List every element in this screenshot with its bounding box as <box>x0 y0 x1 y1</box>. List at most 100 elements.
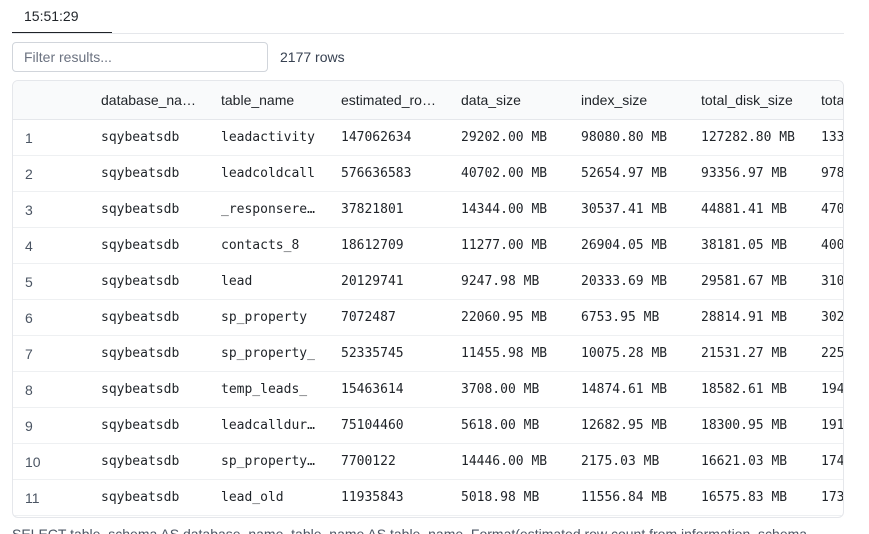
table-cell: 4706 <box>809 191 843 228</box>
table-cell: 6753.95 MB <box>569 299 689 336</box>
table-cell: sqybeatsdb <box>89 479 209 516</box>
row-index-cell: 3 <box>13 191 89 228</box>
table-header-row: database_name table_name estimated_rows dat… <box>13 81 843 120</box>
row-index-cell: 7 <box>13 335 89 372</box>
table-cell: 1742 <box>809 443 843 480</box>
table-cell: contacts_8 <box>209 227 329 264</box>
table-cell: 3101 <box>809 263 843 300</box>
table-cell: 2257 <box>809 335 843 372</box>
result-tab[interactable]: 15:51:29 <box>12 0 112 33</box>
table-cell: 1334 <box>809 119 843 156</box>
table-cell: 9789 <box>809 155 843 192</box>
query-results-panel: 15:51:29 2177 rows database_nametable_na… <box>0 0 869 534</box>
row-index-cell: 11 <box>13 479 89 516</box>
table-cell: 30537.41 MB <box>569 191 689 228</box>
table-cell: 20129741 <box>329 263 449 300</box>
table-cell: 2175.03 MB <box>569 443 689 480</box>
row-index-cell: 8 <box>13 371 89 408</box>
table-cell: _responseremark <box>209 191 329 228</box>
row-index-cell: 9 <box>13 407 89 444</box>
table-cell: 75104460 <box>329 407 449 444</box>
table-cell: sp_property_ <box>209 335 329 372</box>
table-cell: leadcoldcall <box>209 155 329 192</box>
filter-results-input[interactable] <box>12 42 268 72</box>
table-cell: 18300.95 MB <box>689 407 809 444</box>
row-count-label: 2177 rows <box>280 49 345 65</box>
table-cell: 38181.05 MB <box>689 227 809 264</box>
table-cell: 9247.98 MB <box>449 263 569 300</box>
table-cell: 18612709 <box>329 227 449 264</box>
table-cell: 11556.84 MB <box>569 479 689 516</box>
table-cell: 576636583 <box>329 155 449 192</box>
table-cell: sqybeatsdb <box>89 443 209 480</box>
table-cell: sqybeatsdb <box>89 119 209 156</box>
table-cell: 3708.00 MB <box>449 371 569 408</box>
table-row[interactable]: 5 sqybeatsdb lead 20129741 9247.98 MB 20333.6… <box>13 263 843 300</box>
column-header-index[interactable] <box>13 81 89 120</box>
row-index-cell: 5 <box>13 263 89 300</box>
table-cell: 20333.69 MB <box>569 263 689 300</box>
table-row[interactable]: 7 sqybeatsdb sp_property_ 52335745 11455.98 … <box>13 335 843 372</box>
row-index-cell: 6 <box>13 299 89 336</box>
table-cell: sqybeatsdb <box>89 299 209 336</box>
table-cell: 11277.00 MB <box>449 227 569 264</box>
table-cell: 44881.41 MB <box>689 191 809 228</box>
table-cell: 127282.80 MB <box>689 119 809 156</box>
table-cell: 4003 <box>809 227 843 264</box>
results-table: database_name table_name estimated_rows dat… <box>13 81 843 516</box>
table-row[interactable]: 1 sqybeatsdb leadactivity 147062634 29202.00… <box>13 119 843 156</box>
table-row[interactable]: 2 sqybeatsdb leadcoldcall 576636583 40702.00… <box>13 155 843 192</box>
table-cell: sqybeatsdb <box>89 407 209 444</box>
table-cell: 1918 <box>809 407 843 444</box>
table-cell: 21531.27 MB <box>689 335 809 372</box>
table-cell: 16621.03 MB <box>689 443 809 480</box>
table-cell: 52335745 <box>329 335 449 372</box>
table-cell: 26904.05 MB <box>569 227 689 264</box>
table-cell: leadcallduration <box>209 407 329 444</box>
column-header[interactable]: total_ <box>809 81 843 120</box>
table-row[interactable]: 11 sqybeatsdb lead_old 11935843 5018.98 MB 11… <box>13 479 843 516</box>
column-header[interactable]: database_name <box>89 81 209 120</box>
table-cell: 14446.00 MB <box>449 443 569 480</box>
row-index-cell: 1 <box>13 119 89 156</box>
table-cell: lead_old <box>209 479 329 516</box>
table-cell: 11455.98 MB <box>449 335 569 372</box>
table-cell: 147062634 <box>329 119 449 156</box>
table-row[interactable]: 3 sqybeatsdb _responseremark 37821801 14344.… <box>13 191 843 228</box>
column-header[interactable]: table_name <box>209 81 329 120</box>
column-header[interactable]: index_size <box>569 81 689 120</box>
table-cell: sqybeatsdb <box>89 191 209 228</box>
table-cell: 3021 <box>809 299 843 336</box>
row-index-cell: 10 <box>13 443 89 480</box>
table-row[interactable]: 4 sqybeatsdb contacts_8 18612709 11277.00 MB… <box>13 227 843 264</box>
table-cell: 15463614 <box>329 371 449 408</box>
table-cell: 1948 <box>809 371 843 408</box>
column-header[interactable]: total_disk_size <box>689 81 809 120</box>
table-cell: sp_property <box>209 299 329 336</box>
table-cell: 29202.00 MB <box>449 119 569 156</box>
table-cell: 14874.61 MB <box>569 371 689 408</box>
table-cell: sqybeatsdb <box>89 155 209 192</box>
column-header[interactable]: estimated_rows <box>329 81 449 120</box>
table-cell: sqybeatsdb <box>89 227 209 264</box>
table-cell: 12682.95 MB <box>569 407 689 444</box>
row-index-cell: 4 <box>13 227 89 264</box>
table-cell: 28814.91 MB <box>689 299 809 336</box>
table-cell: 1738 <box>809 479 843 516</box>
table-cell: 7072487 <box>329 299 449 336</box>
table-cell: sqybeatsdb <box>89 263 209 300</box>
column-header[interactable]: data_size <box>449 81 569 120</box>
table-cell: sp_property__ <box>209 443 329 480</box>
table-cell: 5618.00 MB <box>449 407 569 444</box>
table-cell: 40702.00 MB <box>449 155 569 192</box>
table-cell: sqybeatsdb <box>89 371 209 408</box>
table-cell: 93356.97 MB <box>689 155 809 192</box>
table-cell: 22060.95 MB <box>449 299 569 336</box>
results-table-container[interactable]: database_name table_name estimated_rows dat… <box>12 80 844 518</box>
table-cell: 52654.97 MB <box>569 155 689 192</box>
table-row[interactable]: 6 sqybeatsdb sp_property 7072487 22060.95 MB… <box>13 299 843 336</box>
table-row[interactable]: 10 sqybeatsdb sp_property__ 7700122 14446.00… <box>13 443 843 480</box>
table-row[interactable]: 9sqybeatsdbleadcallduration751044605618.… <box>13 407 843 444</box>
table-cell: 18582.61 MB <box>689 371 809 408</box>
table-row[interactable]: 8 sqybeatsdb temp_leads_ 15463614 3708.00 MB… <box>13 371 843 408</box>
